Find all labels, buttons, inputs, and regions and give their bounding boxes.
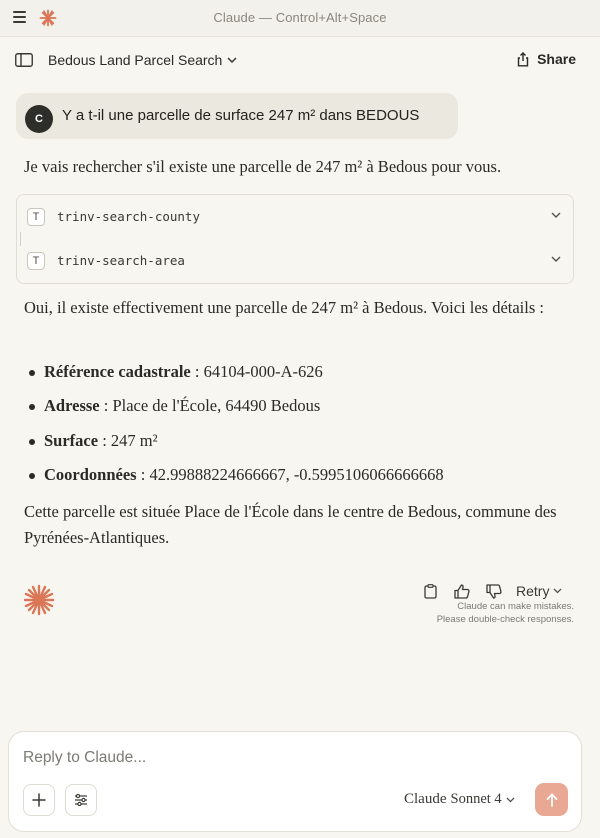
- share-button[interactable]: Share: [516, 51, 576, 67]
- detail-value: 42.99888224666667, -0.5995106066666668: [149, 464, 444, 484]
- response-actions: Retry: [414, 580, 562, 602]
- disclaimer: Claude can make mistakes. Please double-…: [437, 600, 574, 626]
- detail-label: Adresse: [44, 396, 100, 416]
- list-item: Surface : 247 m²: [24, 429, 584, 463]
- detail-separator: :: [99, 396, 113, 416]
- copy-icon: [423, 583, 437, 599]
- retry-label: Retry: [516, 583, 550, 599]
- detail-value: 64104-000-A-626: [203, 362, 323, 381]
- user-message: C Y a t-il une parcelle de surface 247 m…: [16, 93, 458, 139]
- detail-value: Place de l'École, 64490 Bedous: [112, 396, 321, 416]
- chevron-down-icon: [227, 57, 237, 63]
- tool-calls-panel: T trinv-search-county T trinv-search-are…: [16, 194, 574, 284]
- detail-separator: :: [136, 464, 150, 484]
- model-selector[interactable]: Claude Sonnet 4: [404, 791, 515, 808]
- disclaimer-line: Claude can make mistakes.: [457, 601, 574, 612]
- model-name: Sonnet 4: [450, 791, 502, 807]
- parcel-details-list: Référence cadastrale : 64104-000-A-626 A…: [24, 360, 584, 497]
- title-bar: Claude — Control+Alt+Space: [0, 0, 600, 36]
- window-title: Claude — Control+Alt+Space: [213, 10, 387, 25]
- tool-connector-line: [20, 232, 21, 246]
- assistant-closing: Cette parcelle est située Place de l'Éco…: [24, 502, 557, 547]
- tool-name: trinv-search-area: [57, 253, 185, 268]
- detail-label: Référence cadastrale: [44, 362, 191, 381]
- detail-value: 247 m²: [110, 430, 158, 450]
- tool-icon: T: [27, 252, 45, 270]
- share-label: Share: [537, 51, 576, 67]
- retry-button[interactable]: Retry: [516, 583, 562, 599]
- add-attachment-button[interactable]: [23, 784, 55, 816]
- tool-icon: T: [27, 208, 45, 226]
- chevron-down-icon: [506, 797, 515, 803]
- reply-input[interactable]: [23, 746, 563, 770]
- detail-separator: :: [98, 430, 111, 450]
- tools-settings-button[interactable]: [65, 784, 97, 816]
- copy-button[interactable]: [414, 580, 446, 602]
- chevron-down-icon: [551, 256, 561, 262]
- plus-icon: [32, 793, 46, 807]
- list-item: Coordonnées : 42.99888224666667, -0.5995…: [24, 463, 584, 497]
- chevron-down-icon: [553, 588, 562, 594]
- arrow-up-icon: [546, 793, 557, 807]
- assistant-summary: Oui, il existe effectivement une parcell…: [24, 298, 544, 317]
- detail-separator: :: [190, 362, 204, 381]
- thumbs-down-icon: [486, 583, 502, 599]
- thumbs-up-icon: [454, 583, 470, 599]
- avatar: C: [25, 105, 53, 133]
- disclaimer-line: Please double-check responses.: [436, 614, 574, 625]
- claude-spark-icon: [23, 584, 55, 621]
- tool-call-row[interactable]: T trinv-search-area: [17, 246, 573, 276]
- conversation-title-dropdown[interactable]: Bedous Land Parcel Search: [48, 52, 237, 68]
- tool-name: trinv-search-county: [57, 209, 200, 224]
- list-item: Référence cadastrale : 64104-000-A-626: [24, 360, 584, 394]
- sidebar-toggle-icon[interactable]: [15, 53, 33, 72]
- conversation-title: Bedous Land Parcel Search: [48, 52, 223, 68]
- send-button[interactable]: [535, 783, 568, 816]
- detail-label: Coordonnées: [44, 464, 137, 484]
- list-item: Adresse : Place de l'École, 64490 Bedous: [24, 394, 584, 428]
- thumbs-up-button[interactable]: [446, 580, 478, 602]
- thumbs-down-button[interactable]: [478, 580, 510, 602]
- assistant-intro: Je vais rechercher s'il existe une parce…: [24, 157, 502, 176]
- user-message-text: Y a t-il une parcelle de surface 247 m² …: [62, 107, 420, 124]
- chevron-down-icon: [551, 212, 561, 218]
- share-icon: [517, 51, 529, 66]
- composer: Claude Sonnet 4: [8, 731, 582, 832]
- sliders-icon: [75, 794, 87, 806]
- model-brand: Claude: [404, 791, 447, 807]
- detail-label: Surface: [44, 430, 99, 450]
- conversation-header: Bedous Land Parcel Search Share: [0, 37, 600, 83]
- tool-call-row[interactable]: T trinv-search-county: [17, 202, 573, 232]
